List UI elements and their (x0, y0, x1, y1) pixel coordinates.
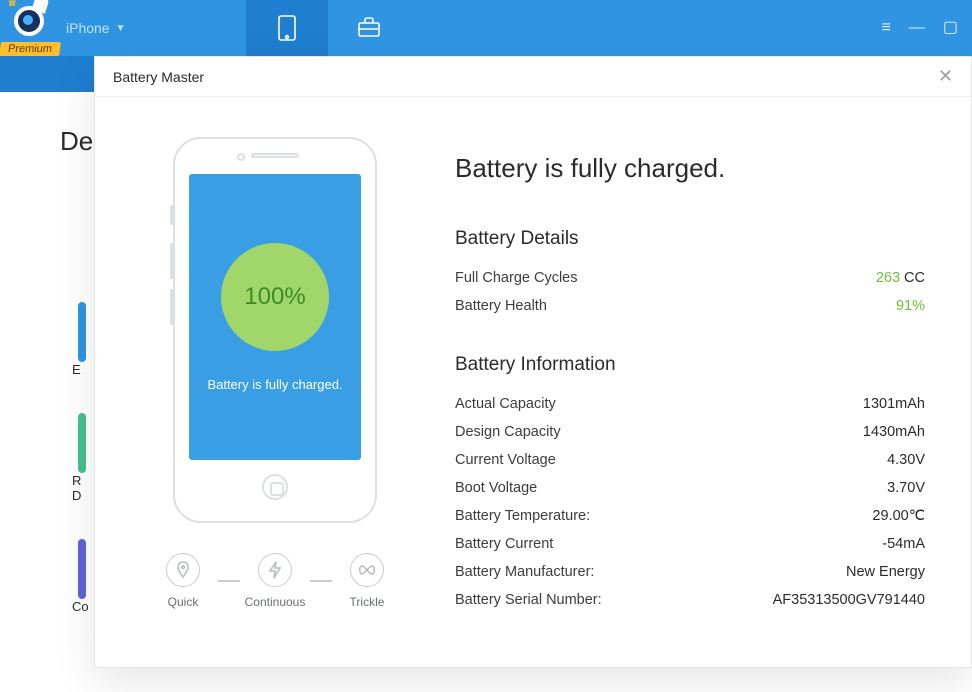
mode-continuous[interactable]: Continuous (240, 553, 310, 609)
home-button-icon (262, 474, 288, 500)
phone-mock: 100% Battery is fully charged. (173, 137, 377, 523)
device-selector[interactable]: iPhone ▼ (60, 0, 126, 56)
info-label: Battery Manufacturer: (455, 564, 594, 580)
phone-status-text: Battery is fully charged. (207, 377, 342, 392)
info-value: 263CC (876, 270, 925, 286)
mode-label: Trickle (350, 595, 385, 609)
info-row: Design Capacity 1430mAh (455, 418, 925, 446)
device-selector-label: iPhone (66, 20, 110, 36)
section-title-details: Battery Details (455, 228, 925, 250)
battery-master-modal: Battery Master ✕ 100% Battery is fully c… (94, 56, 972, 668)
nav-tab-toolbox[interactable] (328, 0, 410, 56)
nav-tabs (246, 0, 410, 56)
bolt-icon (266, 561, 284, 579)
nav-tab-device[interactable] (246, 0, 328, 56)
info-value: 3.70V (887, 480, 925, 496)
info-value: 1301mAh (863, 396, 925, 412)
modal-title: Battery Master (113, 69, 204, 85)
phone-screen: 100% Battery is fully charged. (189, 174, 361, 460)
info-row: Battery Serial Number: AF35313500GV791440 (455, 586, 925, 614)
close-button[interactable]: ✕ (938, 66, 953, 87)
info-label: Battery Temperature: (455, 508, 590, 524)
info-row: Battery Health 91% (455, 292, 925, 320)
info-value: 1430mAh (863, 424, 925, 440)
info-row: Actual Capacity 1301mAh (455, 390, 925, 418)
bg-label: E (72, 362, 89, 377)
phone-panel: 100% Battery is fully charged. Quick Con… (95, 97, 455, 669)
app-logo: ♛ Premium (0, 0, 60, 56)
info-row: Boot Voltage 3.70V (455, 474, 925, 502)
mode-label: Quick (168, 595, 199, 609)
section-title-info: Battery Information (455, 354, 925, 376)
info-unit: CC (904, 270, 925, 286)
bg-label: R D (72, 473, 89, 503)
info-value: 91% (896, 298, 925, 314)
info-row: Current Voltage 4.30V (455, 446, 925, 474)
battery-info-panel: Battery is fully charged. Battery Detail… (455, 97, 971, 669)
charge-modes: Quick Continuous Trickle (148, 553, 402, 609)
info-value: New Energy (846, 564, 925, 580)
info-label: Current Voltage (455, 452, 556, 468)
info-label: Design Capacity (455, 424, 561, 440)
app-topbar: ♛ Premium iPhone ▼ ≡ — ▢ (0, 0, 972, 56)
chevron-down-icon: ▼ (116, 23, 126, 34)
info-value: 29.00℃ (872, 508, 925, 524)
mode-label: Continuous (245, 595, 306, 609)
battery-headline: Battery is fully charged. (455, 153, 925, 184)
mode-quick[interactable]: Quick (148, 553, 218, 609)
info-value: -54mA (882, 536, 925, 552)
info-value: 4.30V (887, 452, 925, 468)
bg-label: Co (72, 599, 89, 614)
modal-header: Battery Master ✕ (95, 57, 971, 97)
info-label: Battery Current (455, 536, 553, 552)
battery-details-list: Full Charge Cycles 263CC Battery Health 91% (455, 264, 925, 320)
pin-icon (174, 561, 192, 579)
info-label: Full Charge Cycles (455, 270, 578, 286)
charge-percent: 100% (221, 243, 329, 351)
battery-info-list: Actual Capacity 1301mAh Design Capacity 143… (455, 390, 925, 614)
minimize-button[interactable]: — (909, 20, 925, 36)
info-row: Battery Manufacturer: New Energy (455, 558, 925, 586)
info-label: Actual Capacity (455, 396, 556, 412)
window-controls: ≡ — ▢ (882, 0, 972, 56)
infinity-icon (357, 563, 377, 577)
info-value: AF35313500GV791440 (773, 592, 925, 608)
info-label: Battery Serial Number: (455, 592, 602, 608)
info-label: Battery Health (455, 298, 547, 314)
tablet-icon (272, 13, 302, 43)
crown-icon: ♛ (6, 0, 19, 10)
maximize-button[interactable]: ▢ (943, 20, 958, 36)
menu-icon[interactable]: ≡ (882, 20, 891, 36)
info-row: Battery Current -54mA (455, 530, 925, 558)
info-row: Battery Temperature: 29.00℃ (455, 502, 925, 530)
briefcase-icon (354, 13, 384, 43)
mode-trickle[interactable]: Trickle (332, 553, 402, 609)
info-row: Full Charge Cycles 263CC (455, 264, 925, 292)
info-label: Boot Voltage (455, 480, 537, 496)
premium-badge: Premium (0, 42, 61, 56)
